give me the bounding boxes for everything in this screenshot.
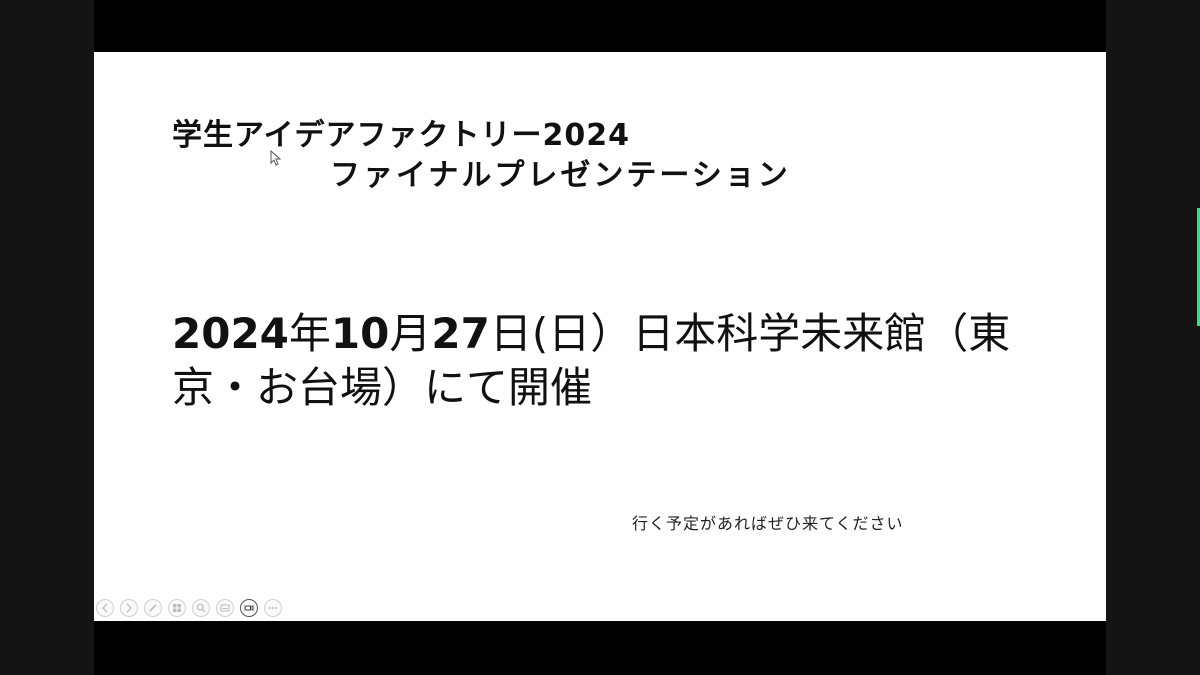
next-icon bbox=[126, 603, 132, 613]
see-all-slides-button[interactable] bbox=[168, 599, 186, 617]
zoom-icon bbox=[196, 603, 206, 613]
presentation-toolbar bbox=[96, 598, 282, 618]
mouse-cursor-icon bbox=[270, 150, 282, 166]
subtitles-button[interactable] bbox=[216, 599, 234, 617]
more-options-button[interactable] bbox=[264, 599, 282, 617]
next-slide-button[interactable] bbox=[120, 599, 138, 617]
presentation-slide: 学生アイデアファクトリー2024 ファイナルプレゼンテーション 2024年10月… bbox=[94, 52, 1106, 621]
slide-title-line2: ファイナルプレゼンテーション bbox=[330, 158, 791, 193]
previous-slide-button[interactable] bbox=[96, 599, 114, 617]
camera-button[interactable] bbox=[240, 599, 258, 617]
event-day: 27 bbox=[431, 309, 490, 358]
pen-icon bbox=[149, 604, 157, 612]
previous-icon bbox=[102, 603, 108, 613]
left-side-panel bbox=[0, 0, 94, 675]
event-year-unit: 年 bbox=[288, 309, 331, 358]
event-month: 10 bbox=[330, 309, 390, 358]
event-info: 2024年10月27日(日）日本科学未来館（東京・お台場）にて開催 bbox=[172, 307, 1042, 415]
slide-note: 行く予定があればぜひ来てください bbox=[632, 514, 904, 533]
slides-grid-icon bbox=[173, 604, 181, 612]
event-month-unit: 月 bbox=[389, 309, 432, 358]
slide-title-line1: 学生アイデアファクトリー2024 bbox=[172, 118, 630, 153]
right-side-panel bbox=[1106, 0, 1200, 675]
event-year: 2024 bbox=[172, 309, 289, 358]
zoom-button[interactable] bbox=[192, 599, 210, 617]
pen-tool-button[interactable] bbox=[144, 599, 162, 617]
camera-icon bbox=[244, 605, 254, 611]
subtitles-icon bbox=[220, 604, 230, 612]
more-options-icon bbox=[269, 607, 277, 609]
